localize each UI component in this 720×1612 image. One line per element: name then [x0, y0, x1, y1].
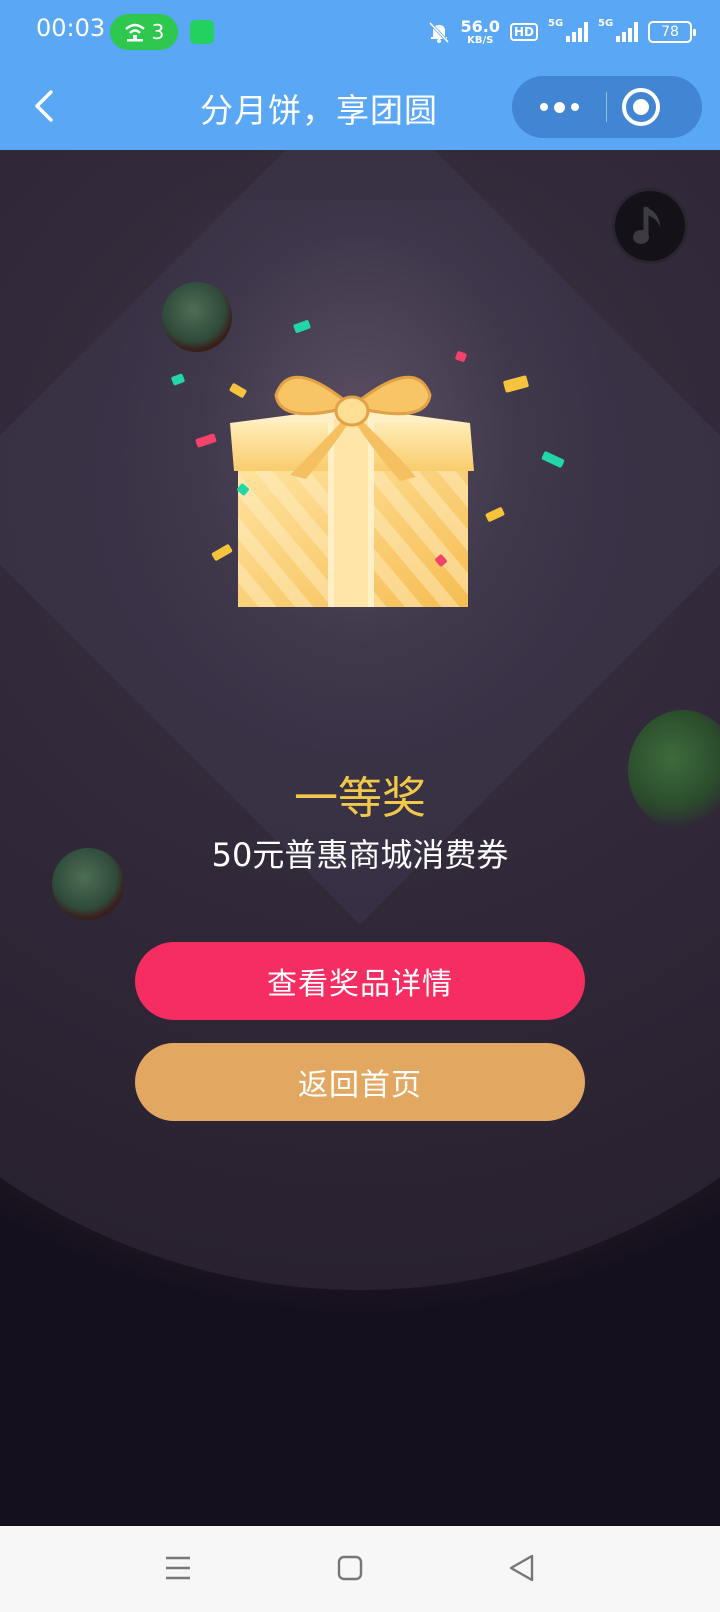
view-prize-details-button[interactable]: 查看奖品详情: [135, 942, 585, 1020]
hd-badge: HD: [509, 23, 538, 41]
capsule-divider: [606, 92, 607, 122]
hotspot-icon: [124, 23, 145, 42]
page-title: 分月饼，享团圆: [200, 91, 438, 130]
app-notification-icon: [190, 20, 214, 44]
top-bar: 00:03 3 56.0 KB/S HD 5G 5G 78 分月饼，享团圆: [0, 0, 720, 150]
close-button[interactable]: [622, 88, 660, 126]
status-bar: 00:03 3 56.0 KB/S HD 5G 5G 78: [0, 0, 720, 64]
net-speed-value: 56.0: [460, 16, 500, 36]
music-note-icon: [633, 207, 660, 244]
hotspot-count: 3: [151, 20, 165, 44]
net-speed-unit: KB/S: [467, 34, 494, 46]
signal-icon: 5G: [548, 18, 588, 42]
hotspot-badge: 3: [110, 14, 178, 50]
status-right-group: 56.0 KB/S HD 5G 5G 78: [427, 14, 696, 50]
more-button[interactable]: [512, 76, 606, 138]
gift-box-icon: [230, 375, 474, 607]
system-navigation-bar: [0, 1526, 720, 1612]
prize-level: 一等奖: [294, 773, 426, 824]
back-button[interactable]: [24, 82, 64, 130]
return-home-button[interactable]: 返回首页: [135, 1043, 585, 1121]
signal-1-label: 5G: [548, 18, 564, 29]
signal-icon-2: 5G: [598, 18, 638, 42]
mini-program-nav: 分月饼，享团圆: [0, 64, 720, 150]
back-triangle-icon[interactable]: [506, 1552, 538, 1584]
signal-2-label: 5G: [598, 18, 614, 29]
more-dots-icon: [539, 101, 579, 113]
music-toggle-button[interactable]: [612, 188, 688, 264]
battery-icon: 78: [648, 21, 696, 43]
home-square-icon[interactable]: [334, 1552, 366, 1584]
chevron-left-icon: [35, 90, 53, 122]
net-speed: 56.0 KB/S: [460, 16, 500, 46]
status-time: 00:03: [36, 14, 106, 42]
capsule-menu: [512, 76, 702, 138]
prize-scene: 一等奖 50元普惠商城消费券 查看奖品详情 返回首页: [0, 150, 720, 1526]
menu-icon[interactable]: [162, 1552, 194, 1584]
mute-bell-icon: [428, 21, 449, 44]
tea-bowl-decoration: [162, 282, 232, 352]
prize-name: 50元普惠商城消费券: [211, 836, 509, 874]
